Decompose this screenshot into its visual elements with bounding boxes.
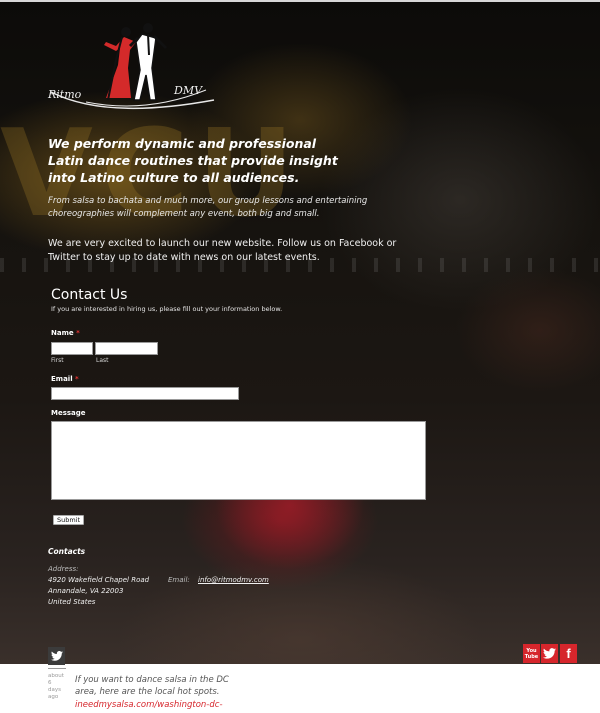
email-label: Email *	[51, 375, 79, 383]
first-name-input[interactable]	[51, 342, 93, 355]
last-name-sublabel: Last	[96, 357, 109, 364]
contacts-title: Contacts	[48, 547, 86, 556]
address-line-country: United States	[48, 598, 96, 606]
twitter-bird-icon	[543, 648, 556, 659]
email-label-text: Email	[51, 375, 73, 383]
name-label-text: Name	[51, 329, 74, 337]
facebook-icon-label: f	[566, 646, 571, 661]
address-line-city: Annandale, VA 22003	[48, 587, 124, 595]
contact-form-intro: If you are interested in hiring us, plea…	[51, 305, 283, 313]
last-name-input[interactable]	[95, 342, 158, 355]
address-line-street: 4920 Wakefield Chapel Road	[48, 576, 150, 584]
name-required-mark: *	[76, 329, 80, 337]
top-border	[0, 0, 600, 2]
twitter-icon[interactable]	[541, 644, 558, 663]
youtube-icon-label: You Tube	[524, 647, 539, 660]
contact-email-label: Email:	[168, 576, 190, 584]
hero-background: VCU Ritmo DMV We perform dynamic and pro…	[0, 0, 600, 664]
twitter-bird-icon	[50, 651, 63, 661]
facebook-icon[interactable]: f	[560, 644, 577, 663]
first-name-sublabel: First	[51, 357, 64, 364]
hero-tagline: We perform dynamic and professional Lati…	[48, 136, 338, 185]
tweet-text: If you want to dance salsa in the DC are…	[75, 675, 229, 697]
email-input[interactable]	[51, 387, 239, 400]
name-label: Name *	[51, 329, 80, 337]
tweet-link[interactable]: ineedmysalsa.com/washington-dc-	[75, 699, 235, 711]
contact-form-title: Contact Us	[51, 287, 128, 303]
hero-subtagline: From salsa to bachata and much more, our…	[48, 196, 368, 219]
address-label: Address:	[48, 565, 79, 573]
message-label: Message	[51, 409, 86, 417]
youtube-icon[interactable]: You Tube	[523, 644, 540, 663]
tweet-timestamp: about 6 days ago	[48, 673, 64, 700]
twitter-feed-icon[interactable]	[48, 647, 65, 665]
submit-button[interactable]: Submit	[53, 515, 84, 525]
contact-email-link[interactable]: info@ritmodmv.com	[198, 576, 269, 584]
logo-text-right: DMV	[174, 84, 203, 97]
message-textarea[interactable]	[51, 421, 426, 500]
twitter-feed-divider	[48, 668, 66, 669]
site-logo[interactable]: Ritmo DMV	[46, 20, 221, 115]
logo-text-left: Ritmo	[48, 88, 82, 101]
hero-announcement: We are very excited to launch our new we…	[48, 238, 397, 263]
email-required-mark: *	[75, 375, 79, 383]
